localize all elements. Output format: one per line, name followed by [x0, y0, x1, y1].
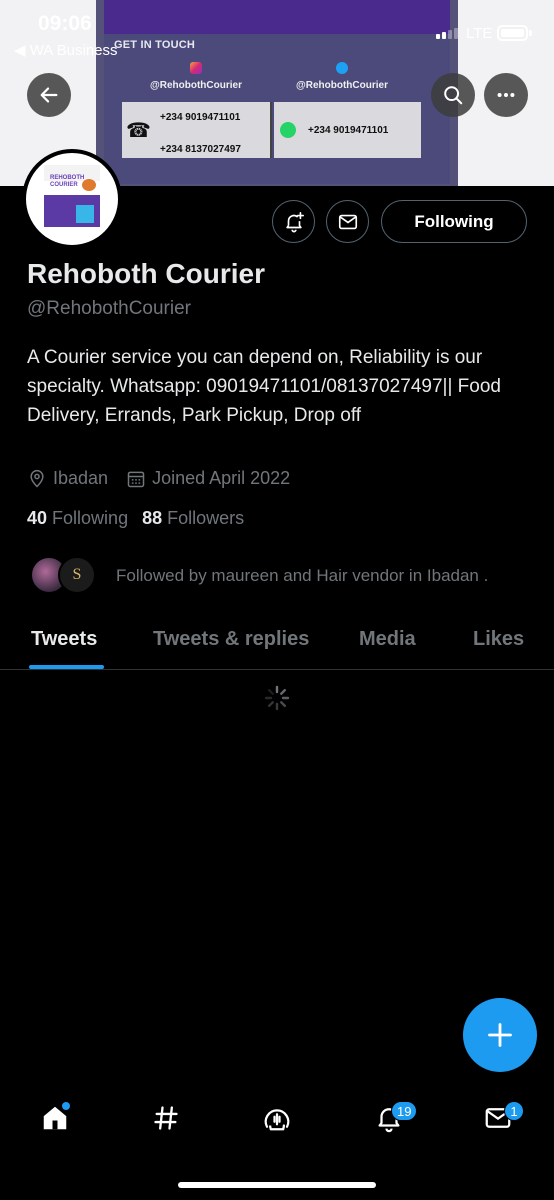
home-indicator: [178, 1182, 376, 1188]
whatsapp-icon: [280, 122, 296, 138]
spaces-icon: [264, 1109, 290, 1131]
search-icon: [444, 86, 463, 105]
following-button[interactable]: Following: [381, 200, 527, 243]
profile-meta: Ibadan Joined April 2022: [27, 468, 308, 489]
banner-instagram: @RehobothCourier: [150, 62, 242, 91]
following-count-link[interactable]: 40 Following: [27, 508, 128, 528]
notifications-badge: 19: [391, 1101, 418, 1121]
instagram-icon: [189, 62, 202, 74]
followed-by-avatars[interactable]: S: [30, 556, 96, 594]
signal-icon: [436, 28, 458, 39]
envelope-icon: [338, 214, 357, 229]
follower-avatar: S: [58, 556, 96, 594]
follow-counts: 40 Following 88 Followers: [27, 508, 244, 529]
hashtag-icon: [154, 1106, 178, 1130]
search-button[interactable]: [431, 73, 475, 117]
battery-icon: [497, 25, 532, 41]
tab-tweets[interactable]: Tweets: [31, 628, 97, 651]
more-icon: [497, 92, 515, 98]
telephone-icon: ☎: [126, 120, 151, 142]
banner-whatsapp-phone: +234 9019471101: [308, 125, 389, 136]
active-tab-indicator: [29, 665, 104, 669]
profile-name: Rehoboth Courier: [27, 258, 265, 289]
arrow-left-icon: [40, 87, 58, 103]
compose-tweet-button[interactable]: [463, 998, 537, 1072]
banner-whatsapp-box: +234 9019471101: [274, 102, 421, 158]
tab-media[interactable]: Media: [359, 628, 416, 651]
avatar-logo: REHOBOTH COURIER: [44, 165, 100, 237]
joined-label: Joined April 2022: [152, 468, 291, 488]
home-unread-dot: [62, 1102, 70, 1110]
banner-phone-box: ☎ +234 9019471101 +234 8137027497: [122, 102, 272, 158]
tab-likes[interactable]: Likes: [473, 628, 524, 651]
profile-joined: Joined April 2022: [126, 468, 290, 489]
twitter-icon: [335, 62, 348, 74]
followed-by-text[interactable]: Followed by maureen and Hair vendor in I…: [116, 566, 488, 586]
location-pin-icon: [30, 469, 44, 488]
avatar-logo-title: REHOBOTH COURIER: [50, 175, 85, 188]
nav-spaces[interactable]: [261, 1102, 293, 1134]
profile-handle: @RehobothCourier: [27, 298, 191, 319]
status-back-to-app[interactable]: ◀ WA Business: [14, 41, 118, 59]
loading-spinner-icon: [264, 685, 290, 711]
profile-tabs: Tweets Tweets & replies Media Likes: [0, 620, 554, 670]
profile-bio: A Courier service you can depend on, Rel…: [27, 347, 501, 426]
banner-top-strip: [104, 0, 450, 34]
banner-phone-1: +234 9019471101: [160, 112, 241, 123]
more-options-button[interactable]: [484, 73, 528, 117]
plus-icon: [488, 1023, 512, 1047]
followers-count-link[interactable]: 88 Followers: [142, 508, 244, 528]
banner-twitter-handle: @RehobothCourier: [296, 80, 388, 91]
bottom-nav: [0, 1090, 554, 1160]
banner-heading: GET IN TOUCH: [114, 39, 196, 51]
location-label: Ibadan: [53, 468, 109, 488]
network-label: LTE: [466, 25, 493, 42]
profile-location: Ibadan: [27, 468, 108, 489]
notify-bell-button[interactable]: [272, 200, 315, 243]
bell-plus-icon: [285, 211, 304, 232]
banner-instagram-handle: @RehobothCourier: [150, 80, 242, 91]
back-button[interactable]: [27, 73, 71, 117]
scooter-icon: [82, 179, 96, 191]
tab-tweets-replies[interactable]: Tweets & replies: [153, 628, 309, 651]
banner-twitter: @RehobothCourier: [296, 62, 388, 91]
status-time: 09:06: [38, 12, 92, 35]
banner-phone-2: +234 8137027497: [160, 144, 241, 155]
messages-badge: 1: [504, 1101, 524, 1121]
calendar-icon: [127, 471, 145, 487]
message-button[interactable]: [326, 200, 369, 243]
avatar[interactable]: REHOBOTH COURIER: [22, 149, 122, 249]
nav-explore[interactable]: [150, 1102, 182, 1134]
